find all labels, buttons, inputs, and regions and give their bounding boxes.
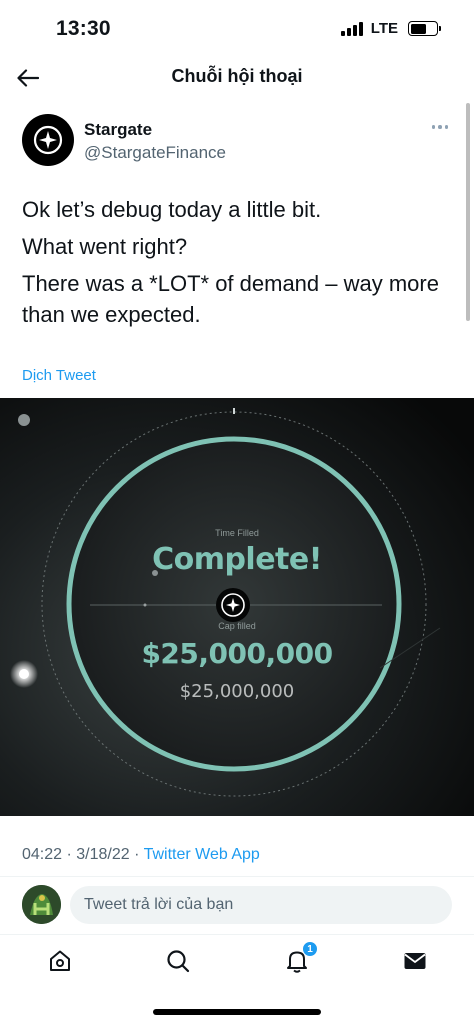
author-name[interactable]: Stargate: [84, 120, 152, 140]
tweet-line: What went right?: [22, 234, 188, 259]
user-avatar[interactable]: [22, 885, 61, 924]
battery-icon: [408, 21, 441, 36]
media-artwork: [0, 398, 474, 816]
tweet-line: Ok let’s debug today a little bit.: [22, 197, 322, 222]
signal-icon: [340, 21, 363, 36]
bottom-nav: 1: [0, 940, 474, 990]
top-bar: Chuỗi hội thoại: [0, 56, 474, 98]
tweet-media[interactable]: Time Filled Complete! Cap filled $25,000…: [0, 398, 474, 816]
status-bar: 13:30 LTE: [0, 0, 474, 56]
notification-badge: 1: [302, 941, 318, 957]
author-handle[interactable]: @StargateFinance: [84, 143, 226, 163]
more-options-button[interactable]: [428, 118, 452, 136]
reply-input[interactable]: Tweet trả lời của bạn: [70, 886, 452, 924]
mail-icon: [404, 953, 426, 969]
status-heading: Complete!: [152, 542, 322, 577]
nav-messages[interactable]: [400, 946, 430, 976]
home-indicator: [153, 1009, 321, 1015]
tweet-text: Ok let’s debug today a little bit. What …: [22, 194, 452, 336]
nav-home[interactable]: [45, 946, 75, 976]
translate-tweet-link[interactable]: Dịch Tweet: [22, 367, 96, 384]
user-avatar-image: [22, 885, 61, 924]
stargate-logo-icon: [33, 125, 63, 155]
meta-separator: ·: [129, 846, 144, 863]
tweet-time[interactable]: 04:22: [22, 846, 62, 863]
search-icon: [167, 950, 190, 973]
divider: [0, 876, 474, 877]
nav-notifications[interactable]: 1: [282, 941, 318, 976]
time-filled-label: Time Filled: [215, 528, 259, 538]
tweet-source-link[interactable]: Twitter Web App: [144, 846, 260, 863]
amount-filled: $25,000,000: [141, 637, 333, 670]
status-indicators: LTE: [340, 20, 441, 37]
divider: [0, 934, 474, 935]
page-title: Chuỗi hội thoại: [171, 66, 303, 86]
meta-separator: ·: [62, 846, 77, 863]
home-icon: [50, 950, 70, 971]
scrollbar[interactable]: [466, 103, 470, 321]
tweet-meta: 04:22 · 3/18/22 · Twitter Web App: [22, 846, 260, 864]
tweet-author: Stargate @StargateFinance: [22, 114, 452, 170]
author-avatar[interactable]: [22, 114, 74, 166]
nav-search[interactable]: [163, 946, 193, 976]
amount-total: $25,000,000: [179, 681, 295, 702]
tweet-date[interactable]: 3/18/22: [76, 846, 129, 863]
status-time: 13:30: [56, 17, 111, 40]
cap-filled-label: Cap filled: [218, 621, 256, 631]
tweet-line: There was a *LOT* of demand – way more t…: [22, 271, 439, 327]
network-label: LTE: [370, 20, 398, 37]
